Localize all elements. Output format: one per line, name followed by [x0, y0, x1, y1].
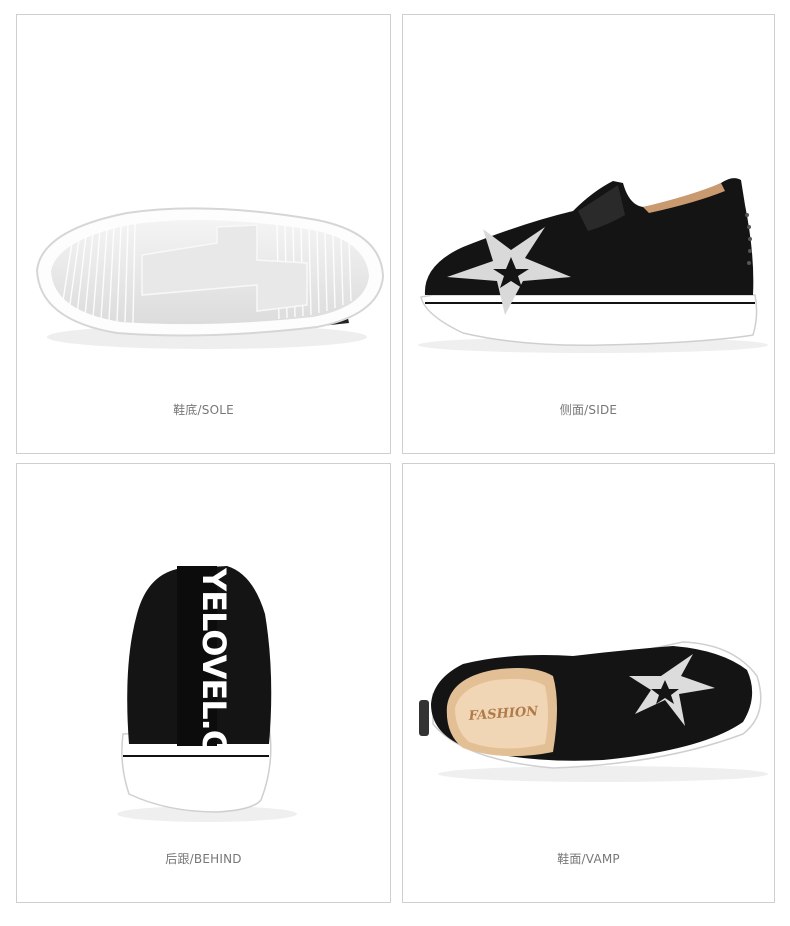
sole-caption: 鞋底/SOLE: [173, 403, 234, 417]
behind-view-panel: YELOVEL.C 后跟/BEHIND: [16, 463, 391, 903]
side-view-panel: 侧面/SIDE: [402, 14, 775, 454]
heel-logo-text: YELOVEL.C: [195, 567, 233, 752]
behind-caption: 后跟/BEHIND: [165, 852, 242, 866]
sole-view-panel: 鞋底/SOLE: [16, 14, 391, 454]
shoe-side-image: [418, 178, 768, 353]
shoe-vamp-image: FASHION: [419, 641, 768, 782]
side-caption: 侧面/SIDE: [559, 403, 618, 417]
shoe-sole-image: [35, 207, 385, 349]
vamp-caption: 鞋面/VAMP: [557, 852, 620, 866]
vamp-view-panel: FASHION 鞋面/VAMP: [402, 463, 775, 903]
shoe-behind-image: YELOVEL.C: [117, 566, 297, 822]
